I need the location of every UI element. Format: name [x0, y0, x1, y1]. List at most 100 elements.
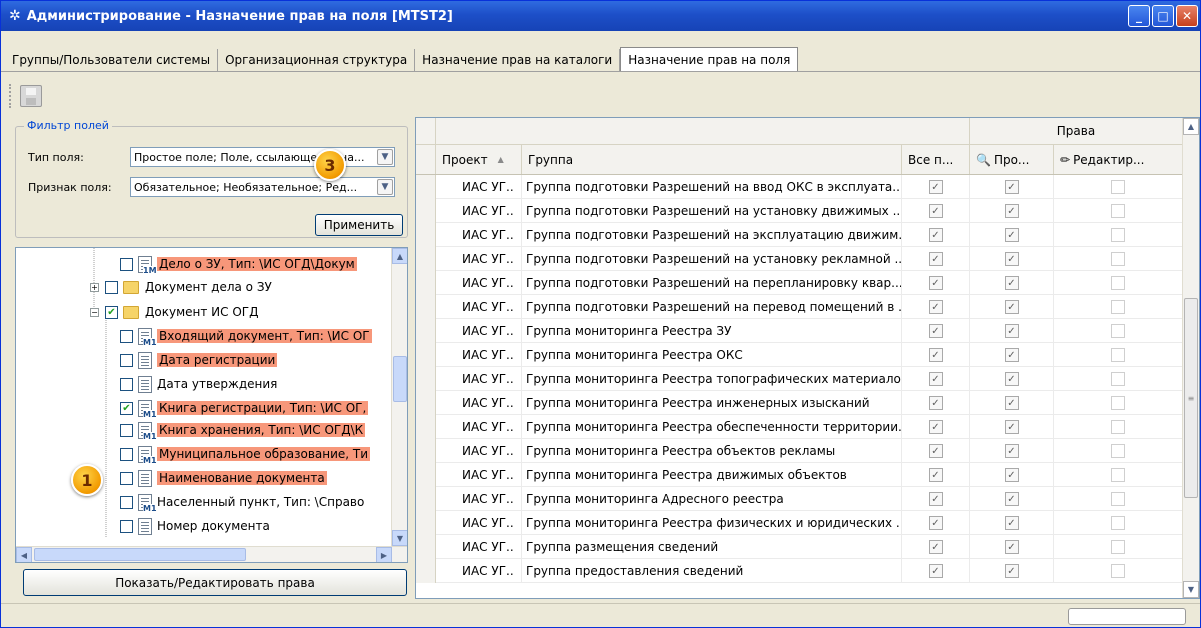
row-indicator[interactable]	[416, 511, 436, 535]
scroll-up-icon[interactable]: ▲	[392, 248, 407, 264]
tree-item[interactable]: Дата регистрации	[120, 350, 278, 370]
column-group[interactable]: Группа	[522, 145, 902, 174]
tree-checkbox[interactable]: ✔	[105, 305, 118, 319]
checkbox-read[interactable]: ✓	[1004, 348, 1019, 362]
checkbox-all[interactable]: ✓	[928, 396, 943, 410]
minimize-button[interactable]: _	[1128, 5, 1150, 27]
chevron-down-icon[interactable]: ▼	[377, 179, 393, 195]
checkbox-all[interactable]: ✓	[928, 540, 943, 554]
scroll-thumb[interactable]	[393, 356, 407, 402]
checkbox-read[interactable]: ✓	[1004, 180, 1019, 194]
checkbox-all[interactable]: ✓	[928, 228, 943, 242]
tab-catalog-rights[interactable]: Назначение прав на каталоги	[415, 49, 621, 71]
cell-project[interactable]: ИАС УГ..	[436, 535, 522, 559]
checkbox-edit[interactable]	[1111, 300, 1125, 314]
cell-group[interactable]: Группа размещения сведений	[522, 535, 902, 559]
tree-checkbox[interactable]	[120, 353, 133, 367]
checkbox-all[interactable]: ✓	[928, 564, 943, 578]
save-icon[interactable]	[20, 85, 42, 107]
row-indicator[interactable]	[416, 487, 436, 511]
column-all[interactable]: Все п...	[902, 145, 970, 174]
scroll-thumb[interactable]	[34, 548, 246, 561]
cell-project[interactable]: ИАС УГ..	[436, 199, 522, 223]
checkbox-read[interactable]: ✓	[1004, 468, 1019, 482]
checkbox-read[interactable]: ✓	[1004, 204, 1019, 218]
checkbox-edit[interactable]	[1111, 564, 1125, 578]
cell-project[interactable]: ИАС УГ..	[436, 271, 522, 295]
cell-project[interactable]: ИАС УГ..	[436, 487, 522, 511]
cell-group[interactable]: Группа подготовки Разрешений на перевод …	[522, 295, 902, 319]
scroll-thumb[interactable]: ≡	[1184, 298, 1198, 498]
cell-project[interactable]: ИАС УГ..	[436, 463, 522, 487]
row-indicator[interactable]	[416, 391, 436, 415]
checkbox-all[interactable]: ✓	[928, 420, 943, 434]
checkbox-read[interactable]: ✓	[1004, 492, 1019, 506]
checkbox-read[interactable]: ✓	[1004, 252, 1019, 266]
tree-horizontal-scrollbar[interactable]: ◀ ▶	[16, 546, 407, 562]
checkbox-all[interactable]: ✓	[928, 252, 943, 266]
row-indicator[interactable]	[416, 463, 436, 487]
cell-project[interactable]: ИАС УГ..	[436, 295, 522, 319]
cell-project[interactable]: ИАС УГ..	[436, 367, 522, 391]
checkbox-read[interactable]: ✓	[1004, 324, 1019, 338]
tree-checkbox[interactable]	[120, 471, 133, 485]
checkbox-edit[interactable]	[1111, 372, 1125, 386]
close-button[interactable]: ✕	[1176, 5, 1198, 27]
checkbox-edit[interactable]	[1111, 180, 1125, 194]
checkbox-edit[interactable]	[1111, 276, 1125, 290]
row-indicator[interactable]	[416, 175, 436, 199]
tree-checkbox[interactable]	[120, 447, 133, 461]
checkbox-edit[interactable]	[1111, 540, 1125, 554]
tree-checkbox[interactable]	[120, 519, 133, 533]
table-row[interactable]: ИАС УГ.. Группа мониторинга Реестра движи…	[416, 463, 1183, 487]
table-row[interactable]: ИАС УГ.. Группа мониторинга Реестра физич…	[416, 511, 1183, 535]
field-sign-combo[interactable]: Обязательное; Необязательное; Ред... ▼	[130, 177, 395, 197]
expand-icon[interactable]: +	[90, 282, 99, 292]
checkbox-edit[interactable]	[1111, 324, 1125, 338]
rights-grid[interactable]: Права Проект ▲ Группа Все п... 🔍 Про... …	[415, 117, 1200, 599]
cell-group[interactable]: Группа мониторинга Реестра ЗУ	[522, 319, 902, 343]
cell-group[interactable]: Группа мониторинга Реестра физических и …	[522, 511, 902, 535]
field-type-combo[interactable]: Простое поле; Поле, ссылающееся на... ▼	[130, 147, 395, 167]
tree-item[interactable]: − ✔ Документ ИС ОГД	[90, 302, 258, 322]
checkbox-read[interactable]: ✓	[1004, 276, 1019, 290]
scroll-up-icon[interactable]: ▲	[1183, 118, 1199, 135]
tree-item[interactable]: + Документ дела о ЗУ	[90, 277, 272, 297]
column-edit[interactable]: ✏ Редактир...	[1054, 145, 1183, 174]
row-indicator[interactable]	[416, 199, 436, 223]
tree-item[interactable]: 1M Дело о ЗУ, Тип: \ИС ОГД\Докум	[120, 254, 357, 275]
tab-field-rights[interactable]: Назначение прав на поля	[620, 47, 799, 71]
cell-group[interactable]: Группа подготовки Разрешений на эксплуат…	[522, 223, 902, 247]
row-indicator[interactable]	[416, 439, 436, 463]
cell-project[interactable]: ИАС УГ..	[436, 391, 522, 415]
cell-project[interactable]: ИАС УГ..	[436, 439, 522, 463]
cell-group[interactable]: Группа предоставления сведений	[522, 559, 902, 583]
table-row[interactable]: ИАС УГ.. Группа подготовки Разрешений на …	[416, 295, 1183, 319]
table-row[interactable]: ИАС УГ.. Группа мониторинга Реестра обесп…	[416, 415, 1183, 439]
tree-checkbox[interactable]	[120, 423, 133, 437]
tree-item[interactable]: Наименование документа	[120, 468, 327, 488]
cell-project[interactable]: ИАС УГ..	[436, 319, 522, 343]
table-row[interactable]: ИАС УГ.. Группа мониторинга Реестра ЗУ ✓ ✓	[416, 319, 1183, 343]
checkbox-edit[interactable]	[1111, 516, 1125, 530]
checkbox-read[interactable]: ✓	[1004, 420, 1019, 434]
row-indicator[interactable]	[416, 223, 436, 247]
maximize-button[interactable]: □	[1152, 5, 1174, 27]
cell-group[interactable]: Группа подготовки Разрешений на установк…	[522, 199, 902, 223]
scroll-left-icon[interactable]: ◀	[16, 547, 32, 562]
checkbox-edit[interactable]	[1111, 204, 1125, 218]
checkbox-edit[interactable]	[1111, 468, 1125, 482]
tree-item[interactable]: Номер документа	[120, 516, 270, 536]
checkbox-read[interactable]: ✓	[1004, 300, 1019, 314]
row-indicator[interactable]	[416, 319, 436, 343]
checkbox-edit[interactable]	[1111, 396, 1125, 410]
grid-vertical-scrollbar[interactable]: ▲ ≡ ▼	[1182, 118, 1199, 598]
checkbox-all[interactable]: ✓	[928, 300, 943, 314]
row-indicator[interactable]	[416, 535, 436, 559]
row-indicator[interactable]	[416, 271, 436, 295]
checkbox-all[interactable]: ✓	[928, 372, 943, 386]
checkbox-all[interactable]: ✓	[928, 516, 943, 530]
table-row[interactable]: ИАС УГ.. Группа подготовки Разрешений на …	[416, 223, 1183, 247]
checkbox-read[interactable]: ✓	[1004, 540, 1019, 554]
tree-item[interactable]: Дата утверждения	[120, 374, 277, 394]
